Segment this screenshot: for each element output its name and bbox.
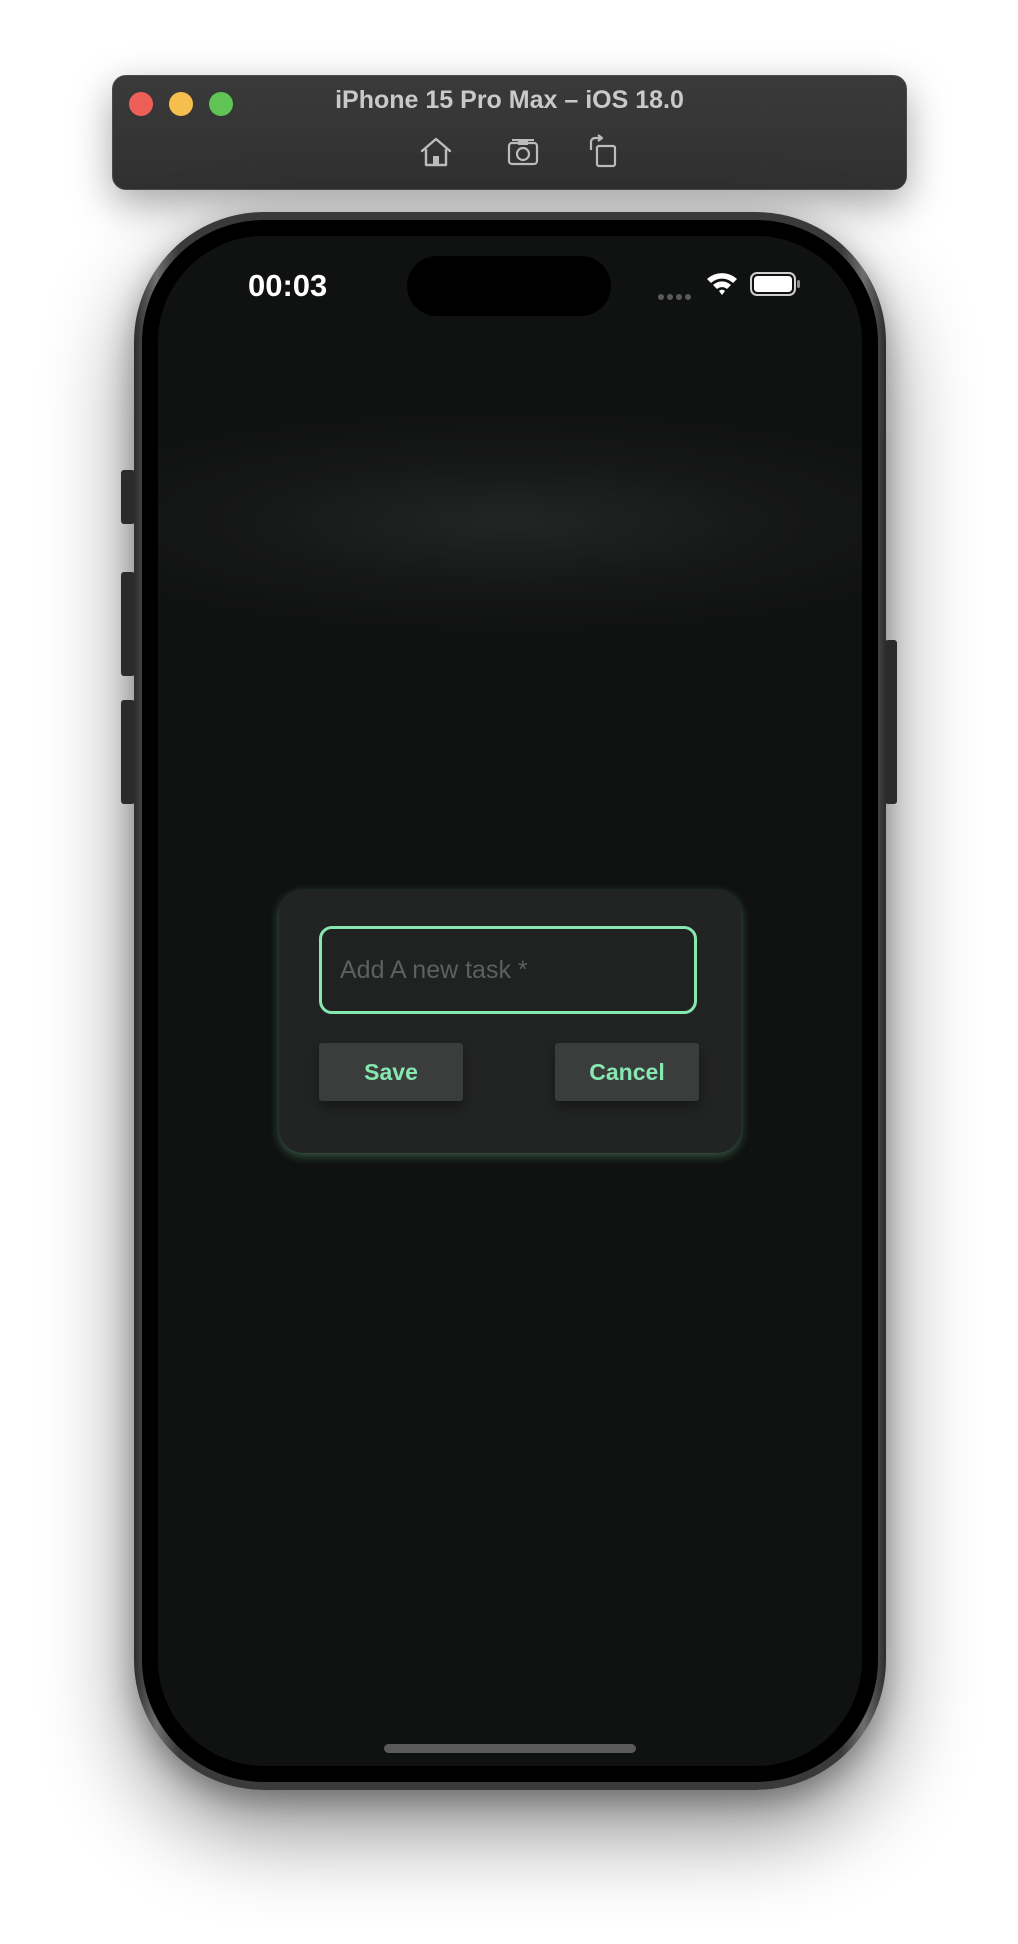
action-button <box>121 470 135 524</box>
add-task-dialog: Save Cancel <box>279 890 741 1153</box>
wifi-icon <box>705 270 739 296</box>
home-indicator[interactable] <box>384 1744 636 1753</box>
dynamic-island <box>407 256 611 316</box>
screenshot-icon[interactable] <box>506 134 542 170</box>
home-icon[interactable] <box>418 134 454 170</box>
status-time: 00:03 <box>248 268 328 303</box>
cellular-dots-icon <box>657 288 693 300</box>
volume-up-button <box>121 572 135 676</box>
save-button[interactable]: Save <box>319 1043 463 1101</box>
power-button <box>885 640 897 804</box>
cancel-button[interactable]: Cancel <box>555 1043 699 1101</box>
task-input[interactable] <box>319 926 697 1014</box>
volume-down-button <box>121 700 135 804</box>
simulator-title-bar: iPhone 15 Pro Max – iOS 18.0 <box>112 75 907 190</box>
rotate-icon[interactable] <box>585 134 621 170</box>
battery-icon <box>750 272 802 296</box>
simulator-title: iPhone 15 Pro Max – iOS 18.0 <box>335 86 684 114</box>
